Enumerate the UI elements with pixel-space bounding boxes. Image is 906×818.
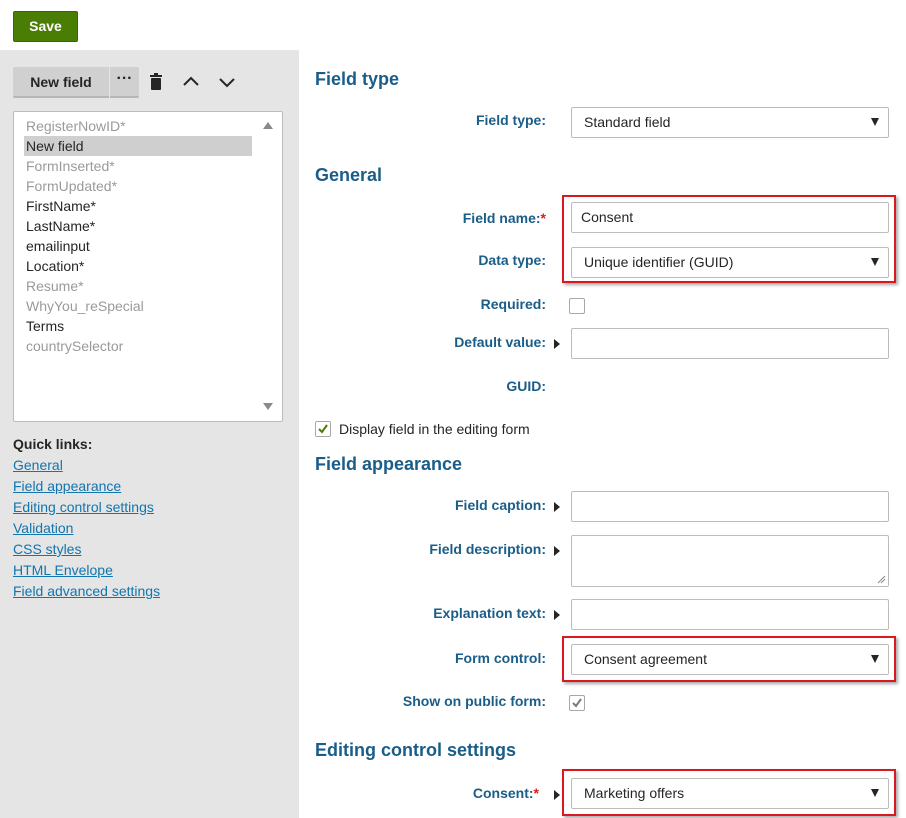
list-item[interactable]: Resume* [24, 276, 252, 296]
explanation-text-label: Explanation text: [433, 605, 546, 621]
data-type-value: Unique identifier (GUID) [584, 254, 734, 270]
delete-field-button[interactable] [145, 71, 167, 93]
expand-arrow-icon[interactable] [554, 339, 560, 349]
top-bar: Save [0, 0, 906, 50]
sidebar: New field ··· RegisterNowID* New field F… [0, 50, 299, 818]
data-type-label: Data type: [478, 252, 546, 268]
quick-link-field-appearance[interactable]: Field appearance [13, 478, 121, 494]
default-value-input[interactable] [571, 328, 889, 359]
form-control-select[interactable]: Consent agreement [571, 644, 889, 675]
section-editing-control-settings: Editing control settings [315, 740, 516, 760]
field-description-label: Field description: [429, 541, 546, 557]
quick-link-field-advanced-settings[interactable]: Field advanced settings [13, 583, 160, 599]
list-item[interactable]: countrySelector [24, 336, 252, 356]
list-item[interactable]: FirstName* [24, 196, 252, 216]
move-down-button[interactable] [216, 71, 238, 93]
expand-arrow-icon[interactable] [554, 502, 560, 512]
list-item[interactable]: New field [24, 136, 252, 156]
list-item[interactable]: FormUpdated* [24, 176, 252, 196]
display-in-form-checkbox[interactable] [315, 421, 331, 437]
field-toolbar: New field ··· [13, 67, 283, 98]
checkmark-icon [318, 424, 328, 434]
explanation-text-input[interactable] [571, 599, 889, 630]
consent-value: Marketing offers [584, 785, 685, 801]
form-control-value: Consent agreement [584, 651, 707, 667]
quick-link-general[interactable]: General [13, 457, 63, 473]
dropdown-arrow-icon [871, 258, 879, 266]
quick-links-title: Quick links: [13, 436, 93, 452]
list-item[interactable]: Location* [24, 256, 252, 276]
field-list[interactable]: RegisterNowID* New field FormInserted* F… [13, 111, 283, 422]
field-type-select[interactable]: Standard field [571, 107, 889, 138]
field-type-value: Standard field [584, 114, 671, 130]
chevron-down-icon [219, 78, 235, 88]
expand-arrow-icon[interactable] [554, 610, 560, 620]
scroll-up-icon[interactable] [262, 120, 274, 130]
guid-label: GUID: [506, 378, 546, 394]
section-field-type: Field type [315, 69, 400, 89]
required-star: * [540, 210, 546, 226]
dropdown-arrow-icon [871, 118, 879, 126]
field-caption-input[interactable] [571, 491, 889, 522]
checkmark-icon [572, 698, 582, 708]
quick-link-editing-control-settings[interactable]: Editing control settings [13, 499, 154, 515]
field-caption-label: Field caption: [455, 497, 546, 513]
show-public-label: Show on public form: [402, 693, 546, 709]
display-in-form-label: Display field in the editing form [339, 421, 530, 437]
required-star: * [533, 785, 539, 801]
field-name-label: Field name:* [316, 210, 546, 226]
trash-icon [150, 73, 162, 90]
move-up-button[interactable] [180, 71, 202, 93]
consent-label: Consent:* [309, 785, 539, 801]
list-item[interactable]: LastName* [24, 216, 252, 236]
consent-select[interactable]: Marketing offers [571, 778, 889, 809]
chevron-up-icon [183, 76, 199, 86]
quick-link-html-envelope[interactable]: HTML Envelope [13, 562, 113, 578]
required-checkbox[interactable] [569, 298, 585, 314]
show-public-checkbox[interactable] [569, 695, 585, 711]
field-type-label: Field type: [475, 112, 546, 128]
field-description-textarea[interactable] [571, 535, 889, 587]
list-item[interactable]: RegisterNowID* [24, 116, 252, 136]
quick-link-validation[interactable]: Validation [13, 520, 73, 536]
dropdown-arrow-icon [871, 789, 879, 797]
default-value-label: Default value: [454, 334, 546, 350]
expand-arrow-icon[interactable] [554, 546, 560, 556]
section-general: General [315, 165, 383, 185]
field-properties-form: Field type Field type: Standard field Ge… [299, 50, 906, 818]
field-name-label-text: Field name: [462, 210, 541, 226]
list-item[interactable]: FormInserted* [24, 156, 252, 176]
scroll-down-icon[interactable] [262, 402, 274, 412]
save-button[interactable]: Save [13, 11, 78, 42]
list-item[interactable]: Terms [24, 316, 252, 336]
data-type-select[interactable]: Unique identifier (GUID) [571, 247, 889, 278]
quick-link-css-styles[interactable]: CSS styles [13, 541, 81, 557]
field-name-input[interactable]: Consent [571, 202, 889, 233]
form-control-label: Form control: [455, 650, 546, 666]
more-options-button[interactable]: ··· [110, 67, 139, 98]
new-field-button[interactable]: New field [13, 67, 109, 98]
resize-handle-icon[interactable] [877, 575, 886, 584]
list-item[interactable]: WhyYou_reSpecial [24, 296, 252, 316]
consent-label-text: Consent: [472, 785, 534, 801]
section-field-appearance: Field appearance [315, 454, 463, 474]
list-item[interactable]: emailinput [24, 236, 252, 256]
expand-arrow-icon[interactable] [554, 790, 560, 800]
dropdown-arrow-icon [871, 655, 879, 663]
required-label: Required: [480, 296, 546, 312]
